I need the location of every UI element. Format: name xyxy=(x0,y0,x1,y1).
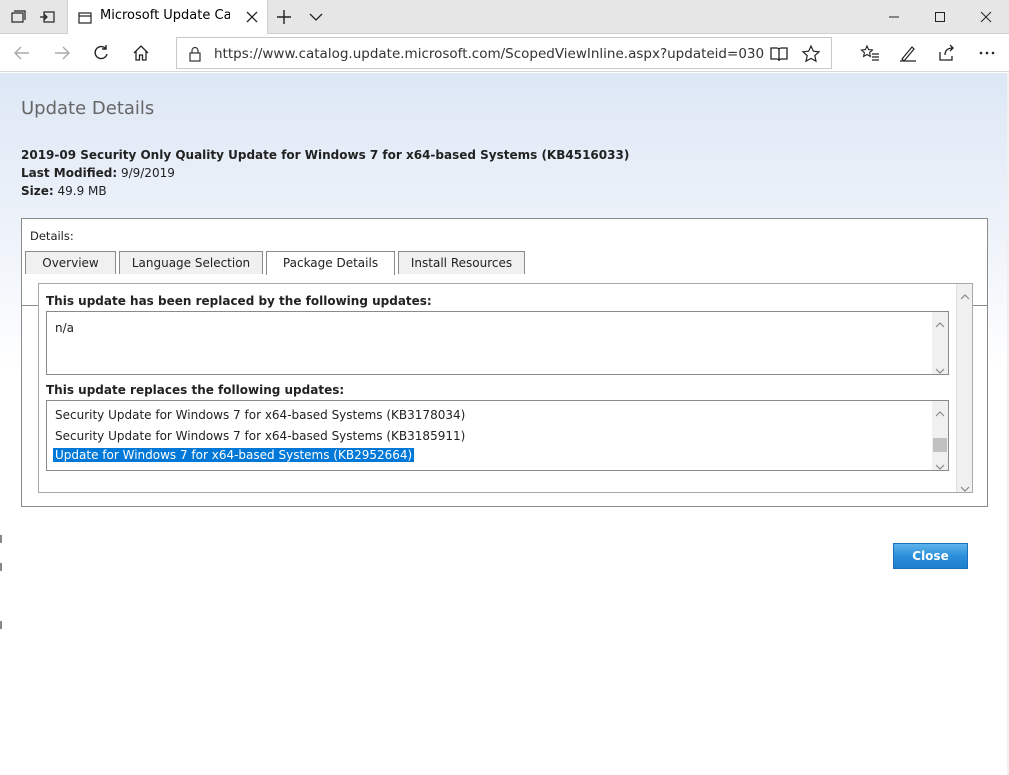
size-value: 49.9 MB xyxy=(57,184,107,198)
close-window-icon xyxy=(980,8,992,27)
size-label: Size: xyxy=(21,184,54,198)
edge-mark xyxy=(0,535,2,543)
reading-view-icon[interactable] xyxy=(769,45,789,63)
home-icon[interactable] xyxy=(129,41,153,65)
share-icon[interactable] xyxy=(935,41,959,65)
list-item[interactable]: Security Update for Windows 7 for x64-ba… xyxy=(55,429,465,443)
back-icon[interactable] xyxy=(10,41,34,65)
active-browser-tab[interactable]: Microsoft Update Catalog xyxy=(67,0,268,34)
notes-icon[interactable] xyxy=(896,41,920,65)
page-content: Update Details 2019-09 Security Only Qua… xyxy=(0,73,1009,775)
tab-list-icon[interactable] xyxy=(307,8,325,26)
forward-icon[interactable] xyxy=(50,41,74,65)
edge-mark xyxy=(0,621,2,629)
chevron-up-icon[interactable] xyxy=(935,315,945,328)
browser-tab-strip: Microsoft Update Catalog xyxy=(0,0,1009,34)
address-bar[interactable]: https://www.catalog.update.microsoft.com… xyxy=(176,37,832,69)
content-scrollbar[interactable] xyxy=(956,284,972,492)
last-modified-row: Last Modified: 9/9/2019 xyxy=(21,166,175,180)
chevron-down-icon[interactable] xyxy=(935,457,945,470)
address-url[interactable]: https://www.catalog.update.microsoft.com… xyxy=(214,46,764,62)
replaced-by-list[interactable]: n/a xyxy=(46,311,949,375)
size-row: Size: 49.9 MB xyxy=(21,184,107,198)
package-details-content[interactable]: This update has been replaced by the fol… xyxy=(38,283,973,493)
details-tabs: Overview Language Selection Package Deta… xyxy=(22,251,987,306)
maximize-button[interactable] xyxy=(917,0,963,34)
replaces-scrollbar[interactable] xyxy=(932,401,948,470)
tab-install-resources[interactable]: Install Resources xyxy=(398,251,525,274)
tab-overview[interactable]: Overview xyxy=(25,251,116,274)
favorites-icon[interactable] xyxy=(858,41,882,65)
replaces-list[interactable]: · Security Update for Windows 7 for x64-… xyxy=(46,400,949,471)
details-panel: Details: Overview Language Selection Pac… xyxy=(21,218,988,507)
browser-toolbar: https://www.catalog.update.microsoft.com… xyxy=(0,34,1009,72)
close-tab-icon[interactable] xyxy=(244,9,260,25)
last-modified-label: Last Modified: xyxy=(21,166,118,180)
refresh-icon[interactable] xyxy=(89,41,113,65)
update-title: 2019-09 Security Only Quality Update for… xyxy=(21,148,630,162)
maximize-icon xyxy=(934,8,946,27)
tab-actions-icon[interactable] xyxy=(9,8,27,26)
list-item-selected[interactable]: Update for Windows 7 for x64-based Syste… xyxy=(53,448,415,462)
chevron-down-icon[interactable] xyxy=(960,479,970,492)
selected-item-text[interactable]: Update for Windows 7 for x64-based Syste… xyxy=(53,448,415,462)
list-item[interactable]: n/a xyxy=(55,321,74,335)
replaces-label: This update replaces the following updat… xyxy=(46,383,345,397)
chevron-up-icon[interactable] xyxy=(960,287,970,300)
details-label: Details: xyxy=(30,229,74,243)
minimize-icon xyxy=(888,8,900,27)
chevron-down-icon[interactable] xyxy=(935,361,945,374)
set-tabs-aside-icon[interactable] xyxy=(38,8,56,26)
tab-title: Microsoft Update Catalog xyxy=(100,8,230,23)
tab-language-selection[interactable]: Language Selection xyxy=(119,251,263,274)
close-button[interactable]: Close xyxy=(893,543,968,569)
page-favicon-icon xyxy=(78,10,92,24)
last-modified-value: 9/9/2019 xyxy=(120,166,175,180)
list-item[interactable]: Security Update for Windows 7 for x64-ba… xyxy=(55,408,465,422)
lock-icon[interactable] xyxy=(188,46,202,62)
page-title: Update Details xyxy=(21,98,155,119)
edge-mark xyxy=(0,563,2,571)
replaced-by-label: This update has been replaced by the fol… xyxy=(46,294,432,308)
tab-package-details[interactable]: Package Details xyxy=(266,251,395,275)
chevron-up-icon[interactable] xyxy=(935,404,945,417)
more-icon[interactable] xyxy=(975,41,999,65)
favorite-star-icon[interactable] xyxy=(801,44,821,64)
new-tab-icon[interactable] xyxy=(275,8,293,26)
scrollbar-thumb[interactable] xyxy=(933,438,947,452)
close-window-button[interactable] xyxy=(963,0,1009,34)
list-item-partial[interactable]: · xyxy=(55,401,59,406)
minimize-button[interactable] xyxy=(871,0,917,34)
replaced-by-scrollbar[interactable] xyxy=(932,312,948,374)
